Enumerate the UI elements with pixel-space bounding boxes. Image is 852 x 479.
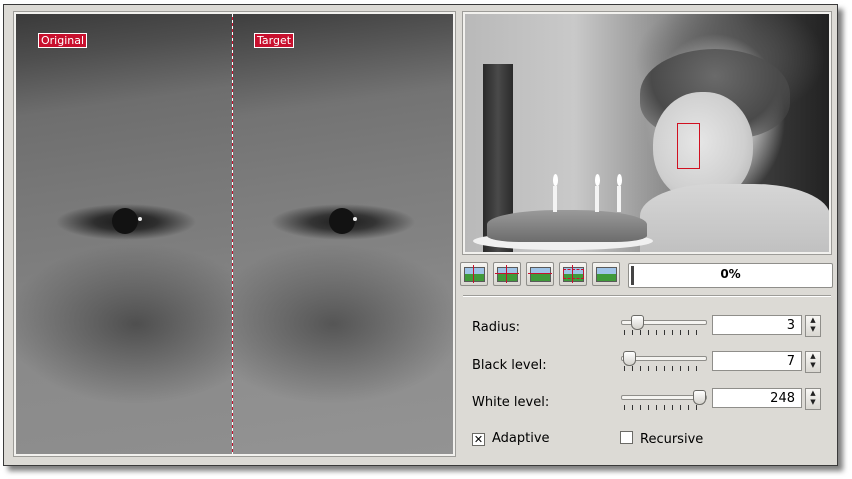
adaptive-checkbox[interactable]: ✕ Adaptive (472, 431, 550, 446)
recursive-label: Recursive (640, 432, 704, 447)
marker-icon (495, 273, 519, 274)
target-only-button[interactable] (592, 262, 620, 286)
white-level-value[interactable]: 248 (712, 388, 802, 408)
slider-knob[interactable] (623, 351, 636, 366)
white-level-spinbox[interactable]: 248 ▲ ▼ (712, 388, 821, 410)
candle-shape (553, 186, 557, 212)
marker-icon (473, 265, 474, 283)
flame-shape (553, 174, 558, 186)
spin-arrows-icon[interactable]: ▲ ▼ (805, 315, 821, 337)
target-label: Target (254, 33, 295, 48)
split-divider[interactable] (232, 14, 233, 454)
noise-reduction-window: Original Target 0% Radius: 3 ▲ ▼ Black l… (3, 4, 838, 466)
split-horizontal-button[interactable] (526, 262, 554, 286)
marker-icon (528, 273, 552, 274)
split-vertical-button[interactable] (493, 262, 521, 286)
radius-value[interactable]: 3 (712, 315, 802, 335)
eye-shape (112, 208, 138, 234)
white-level-slider[interactable] (619, 390, 709, 414)
eye-shape (329, 208, 355, 234)
preview-split-view[interactable]: Original Target (13, 11, 456, 457)
progress-text: 0% (720, 267, 741, 281)
black-level-spinbox[interactable]: 7 ▲ ▼ (712, 351, 821, 373)
split-cross-button[interactable] (559, 262, 587, 286)
radius-slider[interactable] (619, 315, 709, 339)
slider-ticks (624, 405, 704, 410)
original-preview (16, 14, 232, 454)
photo-shape (640, 184, 829, 252)
slider-knob[interactable] (693, 390, 707, 405)
orig-duplicate-icon (464, 267, 485, 282)
slider-knob[interactable] (631, 315, 644, 330)
slider-ticks (624, 366, 704, 371)
target-only-icon (596, 267, 617, 282)
eye-glint (138, 217, 142, 221)
black-level-label: Black level: (472, 358, 547, 373)
candle-shape (595, 186, 599, 212)
radius-spinbox[interactable]: 3 ▲ ▼ (712, 315, 821, 337)
radius-label: Radius: (472, 320, 520, 335)
marker-icon (563, 269, 584, 279)
split-vertical-icon (497, 267, 518, 282)
eye-glint (353, 217, 357, 221)
thumbnail-navigator[interactable] (462, 11, 832, 255)
progress-bar: 0% (628, 263, 833, 288)
black-level-slider[interactable] (619, 351, 709, 375)
spin-arrows-icon[interactable]: ▲ ▼ (805, 351, 821, 373)
checkbox-icon[interactable] (620, 431, 633, 444)
duplicate-original-button[interactable] (460, 262, 488, 286)
flame-shape (595, 174, 600, 186)
white-level-label: White level: (472, 395, 550, 410)
selection-rectangle[interactable] (677, 123, 700, 169)
spin-arrows-icon[interactable]: ▲ ▼ (805, 388, 821, 410)
recursive-checkbox[interactable]: Recursive (620, 431, 703, 447)
adaptive-label: Adaptive (492, 431, 550, 446)
checkbox-icon[interactable]: ✕ (472, 433, 485, 446)
split-horizontal-icon (530, 267, 551, 282)
black-level-value[interactable]: 7 (712, 351, 802, 371)
target-preview (233, 14, 453, 454)
separator (463, 295, 831, 297)
candle-shape (617, 186, 621, 212)
original-label: Original (38, 33, 88, 48)
flame-shape (617, 174, 622, 186)
slider-ticks (624, 330, 704, 335)
photo-shape (487, 210, 647, 242)
marker-icon (506, 265, 507, 283)
